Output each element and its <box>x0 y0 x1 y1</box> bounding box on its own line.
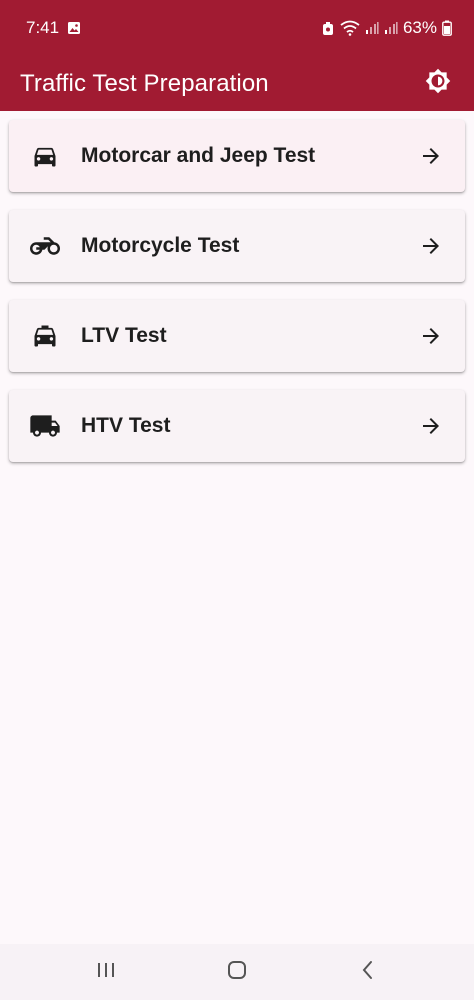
system-nav-bar <box>0 944 474 1000</box>
wifi-icon <box>340 20 360 36</box>
test-item-ltv[interactable]: LTV Test <box>9 300 465 372</box>
status-bar: 7:41 63% <box>0 0 474 56</box>
recent-apps-icon <box>95 960 117 985</box>
battery-percent: 63% <box>402 18 437 37</box>
home-icon <box>226 959 248 986</box>
status-time: 7:41 <box>26 18 60 37</box>
taxi-icon <box>29 320 61 352</box>
signal-icon <box>365 21 379 35</box>
test-item-htv[interactable]: HTV Test <box>9 390 465 462</box>
test-item-label: Motorcycle Test <box>81 234 240 257</box>
test-item-label: Motorcar and Jeep Test <box>81 144 316 167</box>
arrow-right-icon <box>419 414 443 438</box>
test-item-motorcycle[interactable]: Motorcycle Test <box>9 210 465 282</box>
home-button[interactable] <box>207 948 267 996</box>
test-list: Motorcar and Jeep Test Motorcycle Test L… <box>9 120 465 480</box>
back-icon <box>358 959 378 986</box>
arrow-right-icon <box>419 144 443 168</box>
signal-icon-2 <box>384 21 398 35</box>
alarm-icon <box>321 21 335 36</box>
app-title: Traffic Test Preparation <box>20 69 269 97</box>
theme-toggle-button[interactable] <box>420 66 456 102</box>
arrow-right-icon <box>419 324 443 348</box>
motorcycle-icon <box>29 230 61 262</box>
toolbar: Traffic Test Preparation <box>0 56 474 111</box>
test-item-motorcar-jeep[interactable]: Motorcar and Jeep Test <box>9 120 465 192</box>
truck-icon <box>29 410 61 442</box>
brightness-icon <box>425 68 451 99</box>
app-bar: 7:41 63% Traffic Test Preparation <box>0 0 474 111</box>
battery-icon <box>442 20 452 36</box>
recent-apps-button[interactable] <box>76 948 136 996</box>
car-icon <box>29 140 61 172</box>
gallery-icon <box>67 21 81 35</box>
test-item-label: HTV Test <box>81 414 171 437</box>
test-item-label: LTV Test <box>81 324 167 347</box>
back-button[interactable] <box>338 948 398 996</box>
arrow-right-icon <box>419 234 443 258</box>
